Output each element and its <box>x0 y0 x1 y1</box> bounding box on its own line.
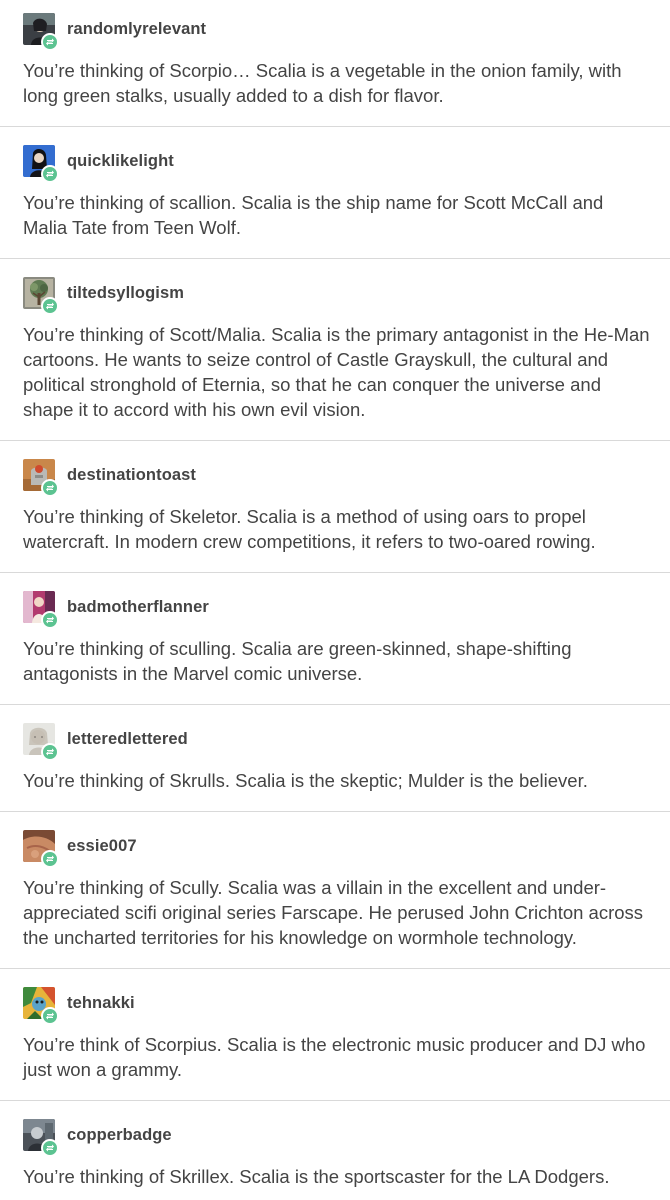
post-text: You’re thinking of Skrulls. Scalia is th… <box>23 770 588 791</box>
post-divider <box>0 126 670 127</box>
avatar[interactable] <box>23 459 59 497</box>
avatar[interactable] <box>23 277 59 315</box>
post-divider <box>0 1100 670 1101</box>
avatar[interactable] <box>23 13 59 51</box>
reblog-icon <box>41 297 59 315</box>
post-text: You’re thinking of sculling. Scalia are … <box>23 638 572 684</box>
post-username[interactable]: quicklikelight <box>67 152 174 171</box>
post-username[interactable]: destinationtoast <box>67 466 196 485</box>
avatar[interactable] <box>23 723 59 761</box>
post-text: You’re thinking of Skrillex. Scalia is t… <box>23 1166 610 1187</box>
post-item: destinationtoast You’re thinking of Skel… <box>0 458 670 554</box>
post-divider <box>0 968 670 969</box>
reblog-icon <box>41 743 59 761</box>
reblog-icon <box>41 165 59 183</box>
post-item: copperbadge You’re thinking of Skrillex.… <box>0 1118 670 1189</box>
post-item: tiltedsyllogism You’re thinking of Scott… <box>0 276 670 422</box>
post-divider <box>0 258 670 259</box>
post-text: You’re thinking of Scully. Scalia was a … <box>23 877 644 948</box>
post-divider <box>0 811 670 812</box>
post-header: destinationtoast <box>23 458 652 497</box>
post-username[interactable]: tehnakki <box>67 994 135 1013</box>
post-username[interactable]: copperbadge <box>67 1126 172 1145</box>
post-text: You’re think of Scorpius. Scalia is the … <box>23 1034 646 1080</box>
post-header: essie007 <box>23 829 652 868</box>
post-item: tehnakki You’re think of Scorpius. Scali… <box>0 986 670 1082</box>
post-text: You’re thinking of Skeletor. Scalia is a… <box>23 506 596 552</box>
post-item: randomlyrelevant You’re thinking of Scor… <box>0 12 670 108</box>
avatar[interactable] <box>23 987 59 1025</box>
post-username[interactable]: letteredlettered <box>67 730 188 749</box>
post-item: quicklikelight You’re thinking of scalli… <box>0 144 670 240</box>
post-item: letteredlettered You’re thinking of Skru… <box>0 722 670 793</box>
avatar[interactable] <box>23 591 59 629</box>
reblog-icon <box>41 33 59 51</box>
post-item: essie007 You’re thinking of Scully. Scal… <box>0 829 670 950</box>
post-divider <box>0 704 670 705</box>
post-username[interactable]: randomlyrelevant <box>67 20 206 39</box>
avatar[interactable] <box>23 145 59 183</box>
post-divider <box>0 572 670 573</box>
reblog-icon <box>41 479 59 497</box>
post-header: tehnakki <box>23 986 652 1025</box>
post-header: copperbadge <box>23 1118 652 1157</box>
post-username[interactable]: tiltedsyllogism <box>67 284 184 303</box>
reblog-icon <box>41 1007 59 1025</box>
post-text: You’re thinking of scallion. Scalia is t… <box>23 192 604 238</box>
post-username[interactable]: badmotherflanner <box>67 598 209 617</box>
reblog-icon <box>41 611 59 629</box>
avatar[interactable] <box>23 1119 59 1157</box>
post-header: letteredlettered <box>23 722 652 761</box>
post-text: You’re thinking of Scott/Malia. Scalia i… <box>23 324 650 420</box>
post-item: badmotherflanner You’re thinking of scul… <box>0 590 670 686</box>
post-username[interactable]: essie007 <box>67 837 137 856</box>
post-header: randomlyrelevant <box>23 12 652 51</box>
post-divider <box>0 440 670 441</box>
post-text: You’re thinking of Scorpio… Scalia is a … <box>23 60 622 106</box>
post-header: badmotherflanner <box>23 590 652 629</box>
reblog-icon <box>41 850 59 868</box>
reblog-icon <box>41 1139 59 1157</box>
post-header: tiltedsyllogism <box>23 276 652 315</box>
post-header: quicklikelight <box>23 144 652 183</box>
avatar[interactable] <box>23 830 59 868</box>
